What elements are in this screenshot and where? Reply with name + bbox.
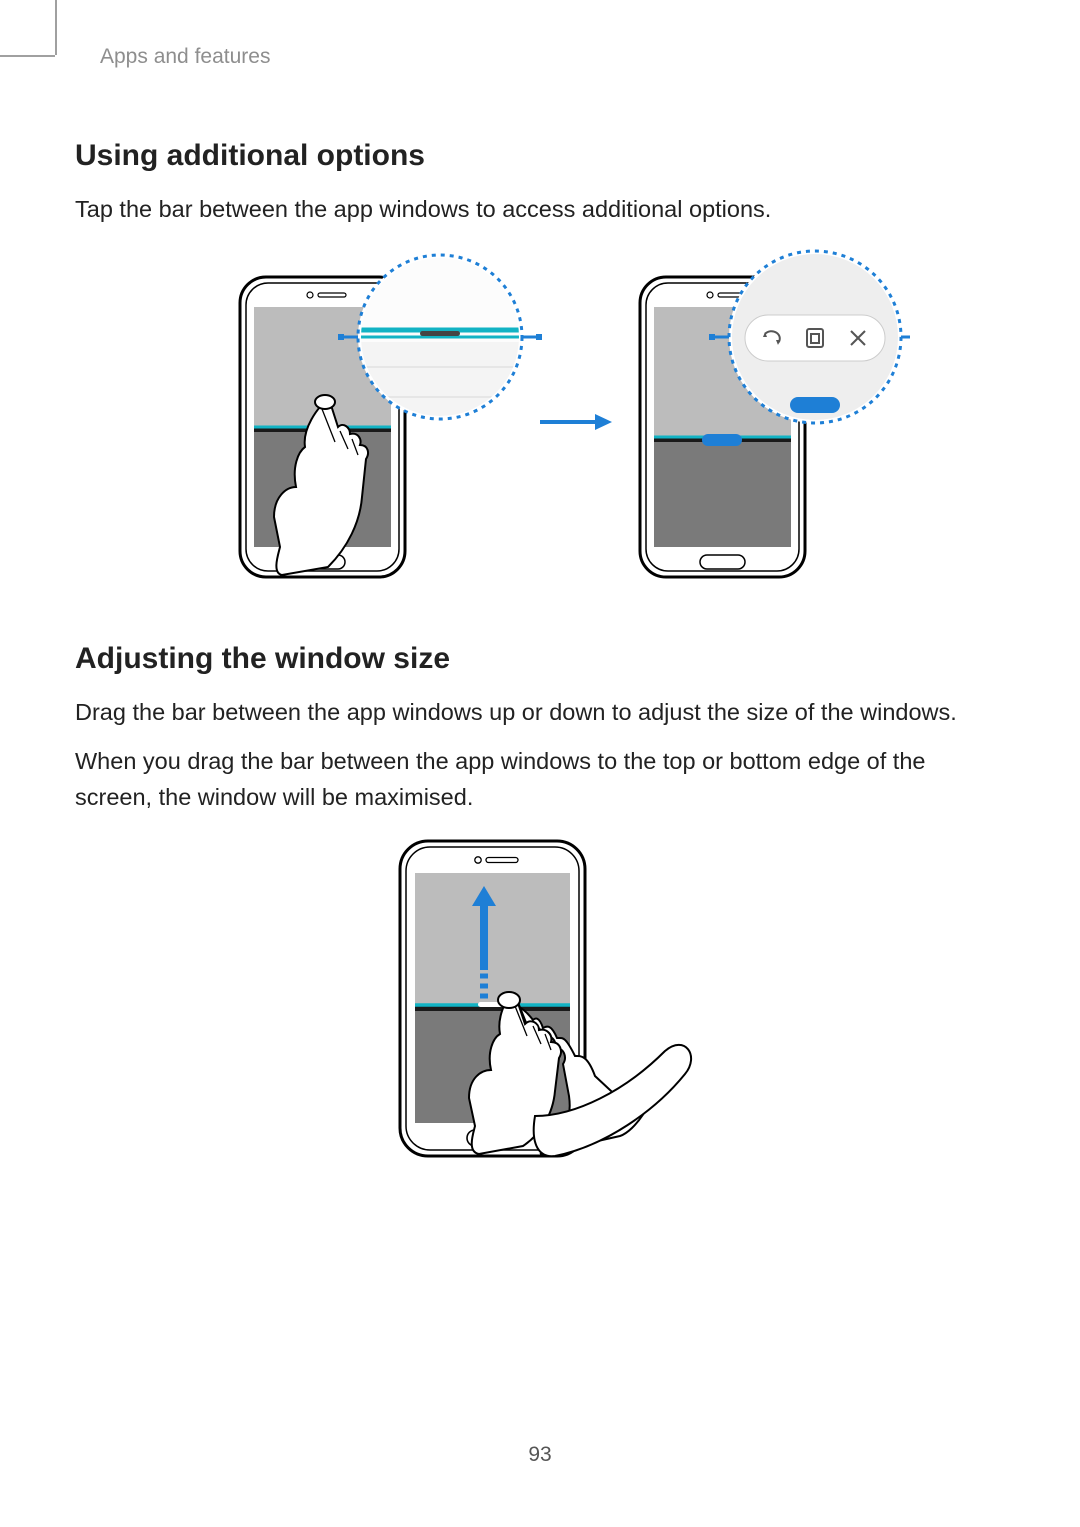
breadcrumb: Apps and features (100, 45, 1005, 69)
figure-adjust-size (75, 836, 1005, 1166)
page-number: 93 (0, 1443, 1080, 1467)
illustration-drag-bar (360, 836, 720, 1166)
arrow-right-icon (540, 414, 612, 430)
crop-mark-horizontal (0, 55, 55, 57)
figure-additional-options (75, 247, 1005, 587)
body-using-additional-options: Tap the bar between the app windows to a… (75, 191, 1005, 227)
manual-page: Apps and features Using additional optio… (0, 0, 1080, 1527)
illustration-tap-bar (170, 247, 910, 587)
heading-adjusting-window-size: Adjusting the window size (75, 642, 1005, 676)
heading-using-additional-options: Using additional options (75, 139, 1005, 173)
body-adjusting-1: Drag the bar between the app windows up … (75, 694, 1005, 730)
crop-mark-vertical (55, 0, 57, 55)
body-adjusting-2: When you drag the bar between the app wi… (75, 743, 1005, 816)
